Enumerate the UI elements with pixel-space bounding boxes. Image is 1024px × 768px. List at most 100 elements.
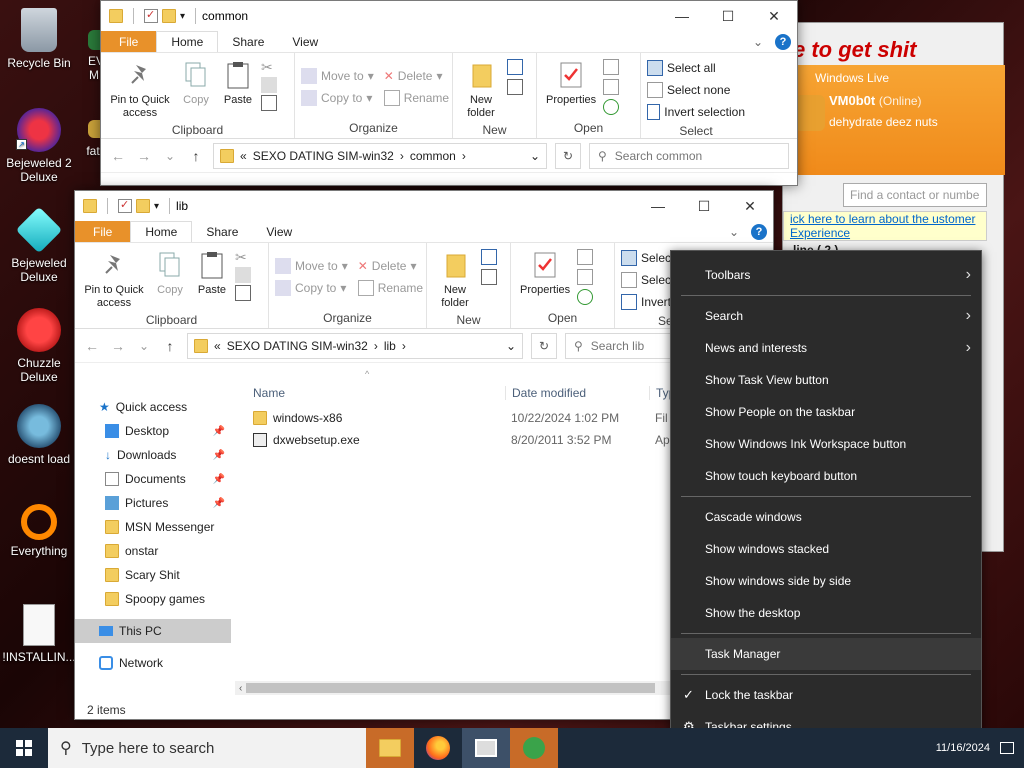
chevron-down-icon[interactable]: ⌄	[506, 339, 516, 353]
nav-downloads[interactable]: ↓ Downloads 📌	[75, 443, 231, 467]
breadcrumb-item[interactable]: SEXO DATING SIM-win32	[253, 149, 394, 163]
properties-button[interactable]: Properties	[543, 57, 599, 120]
pin-quick-access-button[interactable]: Pin to Quick access	[107, 57, 173, 122]
new-item-icon[interactable]	[481, 249, 497, 265]
select-none-button[interactable]: Select none	[647, 79, 745, 101]
menu-item-touch[interactable]: Show touch keyboard button	[671, 460, 981, 492]
desktop-icon-everything[interactable]: Everything	[0, 504, 78, 558]
history-icon[interactable]	[577, 289, 594, 305]
paste-shortcut-icon[interactable]	[235, 285, 251, 301]
msn-username[interactable]: VM0b0t (Online)	[829, 93, 922, 108]
taskbar-app-msn[interactable]	[510, 728, 558, 768]
nav-network[interactable]: Network	[75, 651, 231, 675]
cut-icon[interactable]: ✂	[235, 249, 251, 265]
breadcrumb-item[interactable]: SEXO DATING SIM-win32	[227, 339, 368, 353]
avatar[interactable]	[795, 95, 825, 131]
edit-icon[interactable]	[577, 269, 594, 285]
column-date[interactable]: Date modified	[505, 386, 649, 400]
new-folder-icon[interactable]	[162, 9, 176, 23]
help-icon[interactable]: ?	[775, 33, 791, 50]
address-bar[interactable]: « SEXO DATING SIM-win32 › lib › ⌄	[187, 332, 523, 359]
nav-desktop[interactable]: Desktop 📌	[75, 419, 231, 443]
chevron-down-icon[interactable]: ⌄	[753, 35, 763, 49]
menu-item-search[interactable]: Search ›	[671, 300, 981, 332]
tab-view[interactable]: View	[278, 31, 332, 52]
refresh-button[interactable]: ↻	[531, 332, 557, 359]
contact-search-input[interactable]: Find a contact or numbe	[843, 183, 987, 207]
cut-icon[interactable]: ✂	[261, 59, 277, 75]
explorer-window-common[interactable]: ▾ common — ☐ ✕ File Home Share View ⌄? P…	[100, 0, 798, 186]
refresh-button[interactable]: ↻	[555, 142, 581, 169]
desktop-icon-chuzzle[interactable]: Chuzzle Deluxe	[0, 308, 78, 384]
back-arrow-icon[interactable]: ←	[83, 338, 101, 354]
back-arrow-icon[interactable]: ←	[109, 148, 127, 164]
edit-icon[interactable]	[603, 79, 620, 95]
nav-msn-messenger[interactable]: MSN Messenger	[75, 515, 231, 539]
properties-button[interactable]: Properties	[517, 247, 573, 310]
invert-selection-button[interactable]: Invert selection	[647, 101, 745, 123]
nav-pictures[interactable]: Pictures 📌	[75, 491, 231, 515]
move-to-button[interactable]: Move to ▾	[301, 65, 374, 87]
msn-personal-message[interactable]: dehydrate deez nuts	[829, 115, 938, 129]
chevron-down-icon[interactable]: ⌄	[530, 149, 540, 163]
desktop-icon-bejeweled[interactable]: Bejeweled Deluxe	[0, 206, 78, 284]
desktop-icon-doesnt-load[interactable]: doesnt load	[0, 404, 78, 466]
customize-dropdown-icon[interactable]: ▾	[154, 201, 159, 212]
minimize-button[interactable]: —	[635, 191, 681, 221]
breadcrumb-item[interactable]: common	[410, 149, 456, 163]
breadcrumb-item[interactable]: lib	[384, 339, 396, 353]
properties-icon[interactable]	[144, 8, 158, 23]
nav-this-pc[interactable]: This PC	[75, 619, 231, 643]
copy-button[interactable]: Copy	[177, 57, 215, 122]
menu-item-task-view[interactable]: Show Task View button	[671, 364, 981, 396]
tab-file[interactable]: File	[101, 31, 157, 52]
open-icon[interactable]	[577, 249, 594, 265]
customize-dropdown-icon[interactable]: ▾	[180, 11, 185, 22]
explorer-window-lib[interactable]: ▾ lib — ☐ ✕ File Home Share View ⌄? Pin …	[74, 190, 774, 720]
desktop-icon-installing[interactable]: !INSTALLIN...	[0, 604, 78, 664]
properties-icon[interactable]	[118, 198, 132, 213]
taskbar-app-explorer[interactable]	[366, 728, 414, 768]
copy-path-icon[interactable]	[261, 77, 277, 93]
close-button[interactable]: ✕	[727, 191, 773, 221]
menu-item-people[interactable]: Show People on the taskbar	[671, 396, 981, 428]
tab-home[interactable]: Home	[156, 31, 219, 52]
nav-onstar[interactable]: onstar	[75, 539, 231, 563]
paste-button[interactable]: Paste	[193, 247, 231, 312]
forward-arrow-icon[interactable]: →	[109, 338, 127, 354]
scrollbar-thumb[interactable]	[246, 683, 655, 693]
tab-home[interactable]: Home	[130, 221, 193, 242]
menu-item-side-by-side[interactable]: Show windows side by side	[671, 565, 981, 597]
up-arrow-icon[interactable]: ↑	[161, 338, 179, 354]
pin-quick-access-button[interactable]: Pin to Quick access	[81, 247, 147, 312]
search-input[interactable]: ⚲ Search common	[589, 142, 789, 169]
maximize-button[interactable]: ☐	[681, 191, 727, 221]
delete-button[interactable]: ✕ Delete ▾	[358, 255, 423, 277]
copy-to-button[interactable]: Copy to ▾	[301, 87, 374, 109]
new-item-icon[interactable]	[507, 59, 523, 75]
taskbar-search-input[interactable]: ⚲ Type here to search	[48, 728, 366, 768]
select-all-button[interactable]: Select all	[647, 57, 745, 79]
delete-button[interactable]: ✕ Delete ▾	[384, 65, 449, 87]
move-to-button[interactable]: Move to ▾	[275, 255, 348, 277]
menu-item-task-manager[interactable]: Task Manager	[671, 638, 981, 670]
menu-item-cascade[interactable]: Cascade windows	[671, 501, 981, 533]
nav-documents[interactable]: Documents 📌	[75, 467, 231, 491]
info-banner[interactable]: ick here to learn about the ustomer Expe…	[783, 211, 987, 241]
forward-arrow-icon[interactable]: →	[135, 148, 153, 164]
paste-button[interactable]: Paste	[219, 57, 257, 122]
start-button[interactable]	[0, 728, 48, 768]
minimize-button[interactable]: —	[659, 1, 705, 31]
menu-item-show-desktop[interactable]: Show the desktop	[671, 597, 981, 629]
maximize-button[interactable]: ☐	[705, 1, 751, 31]
up-arrow-icon[interactable]: ↑	[187, 148, 205, 164]
close-button[interactable]: ✕	[751, 1, 797, 31]
copy-button[interactable]: Copy	[151, 247, 189, 312]
menu-item-stacked[interactable]: Show windows stacked	[671, 533, 981, 565]
open-icon[interactable]	[603, 59, 620, 75]
new-folder-button[interactable]: New folder	[433, 247, 477, 312]
menu-item-toolbars[interactable]: Toolbars ›	[671, 259, 981, 291]
chevron-down-icon[interactable]: ⌄	[729, 225, 739, 239]
notification-icon[interactable]	[1000, 742, 1014, 754]
recent-dropdown-icon[interactable]: ⌄	[161, 149, 179, 163]
